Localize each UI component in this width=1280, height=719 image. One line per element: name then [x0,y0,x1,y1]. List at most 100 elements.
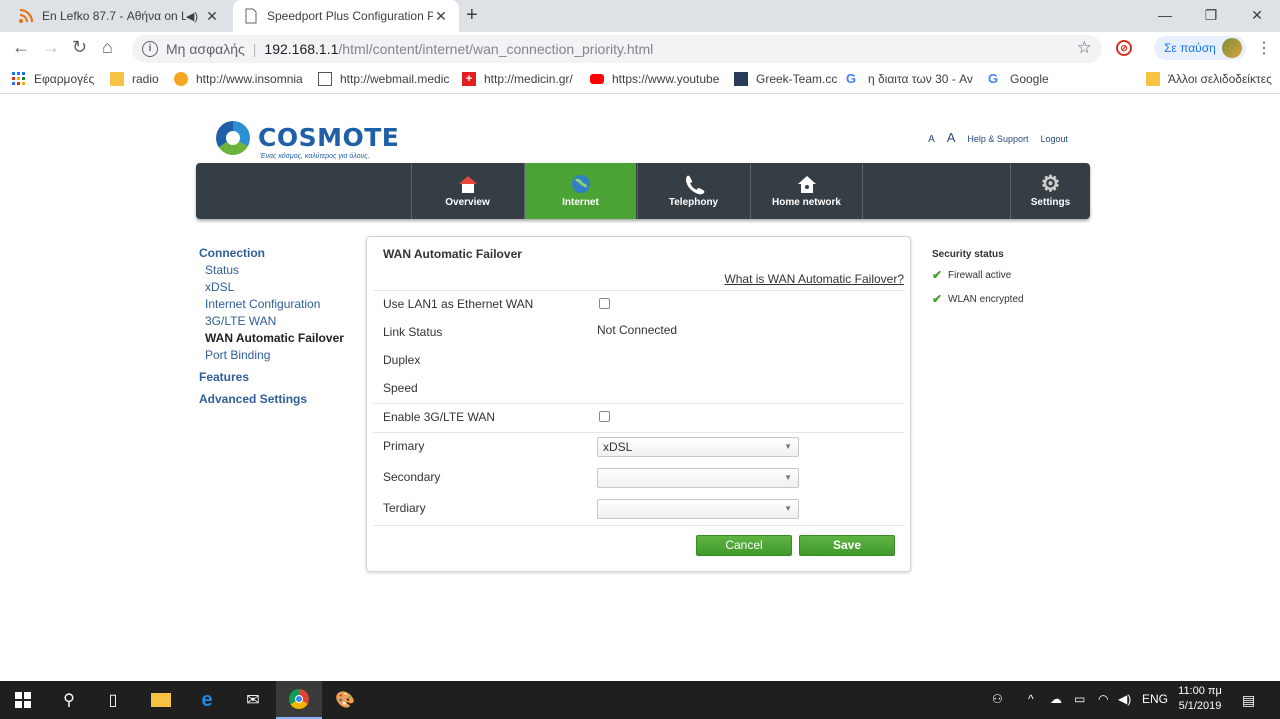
sidenav-advanced-settings[interactable]: Advanced Settings [199,392,344,406]
folder-icon [110,72,124,86]
security-item-wlan: ✔ WLAN encrypted [932,292,1024,306]
language-indicator[interactable]: ENG [1142,692,1168,706]
terdiary-label: Terdiary [383,501,426,515]
duplex-label: Duplex [383,353,421,367]
tab-title: En Lefko 87.7 - Αθήνα on LIVE [42,9,186,23]
security-label: Μη ασφαλής [166,41,245,57]
globe-icon [525,173,636,195]
sidenav-item-internet-configuration[interactable]: Internet Configuration [205,296,344,313]
bookmark-greekteam[interactable]: Greek-Team.cc [734,72,837,86]
bookmark-google[interactable]: G Google [988,72,1049,87]
link-status-value: Not Connected [597,323,678,337]
close-window-icon[interactable]: ✕ [1234,0,1280,32]
back-icon[interactable]: ← [12,37,30,58]
restore-icon[interactable]: ❐ [1188,0,1234,32]
use-lan1-checkbox[interactable] [599,298,610,309]
youtube-icon [590,74,604,84]
notification-icon[interactable]: ▤ [1242,692,1255,709]
battery-icon[interactable]: ▭ [1074,692,1085,706]
menu-dots-icon[interactable]: ⋮ [1256,38,1272,58]
file-explorer-icon[interactable] [138,681,184,719]
sidenav-item-3g-lte-wan[interactable]: 3G/LTE WAN [205,313,344,330]
bookmark-star-icon[interactable]: ☆ [1077,38,1092,58]
terdiary-select[interactable]: ▼ [597,499,799,519]
page-icon [243,8,259,24]
side-navigation: Connection Status xDSL Internet Configur… [199,246,344,406]
bookmark-webmail[interactable]: http://webmail.medic [318,72,449,86]
chevron-up-icon[interactable]: ^ [1028,692,1034,706]
nav-internet[interactable]: Internet [524,163,636,219]
wifi-icon[interactable]: ◠ [1098,692,1108,706]
mail-icon [318,72,332,86]
bookmark-apps[interactable]: Εφαρμογές [12,72,94,86]
page-title: WAN Automatic Failover [383,247,522,261]
address-bar[interactable]: i Μη ασφαλής | 192.168.1.1 /html/content… [132,35,1102,63]
nav-overview[interactable]: Overview [411,163,523,219]
security-status-title: Security status [932,249,1004,260]
link-status-label: Link Status [383,325,443,339]
people-icon[interactable]: ⚇ [992,692,1003,706]
forward-icon[interactable]: → [42,37,60,58]
brand-tagline: Ένας κόσμος, καλύτερος για όλους. [260,153,370,160]
search-icon[interactable]: ⚲ [46,681,92,719]
nav-home-network[interactable]: Home network [750,163,862,219]
logout-link[interactable]: Logout [1040,134,1068,144]
volume-icon[interactable]: ◀) [1118,692,1131,706]
tab-radio[interactable]: En Lefko 87.7 - Αθήνα on LIVE ◀) ✕ [8,0,230,32]
profile-label: Σε παύση [1164,41,1216,55]
chrome-icon[interactable] [276,681,322,719]
info-icon[interactable]: i [142,41,158,57]
sidenav-item-port-binding[interactable]: Port Binding [205,347,344,364]
help-link[interactable]: What is WAN Automatic Failover? [724,272,904,286]
home-icon[interactable]: ⌂ [102,37,113,58]
speed-label: Speed [383,381,418,395]
close-tab-icon[interactable]: ✕ [433,8,449,25]
profile-button[interactable]: Σε παύση [1154,36,1246,60]
new-tab-icon[interactable]: + [466,4,478,27]
bookmark-medicin[interactable]: + http://medicin.gr/ [462,72,573,86]
windows-start-icon[interactable] [0,681,46,719]
bookmark-diet[interactable]: G η διαιτα των 30 - Av [846,72,973,87]
sidenav-item-status[interactable]: Status [205,262,344,279]
speaker-icon[interactable]: ◀) [186,10,198,23]
nav-telephony[interactable]: Telephony [637,163,749,219]
header-links: A A Help & Support Logout [928,130,1068,145]
edge-icon[interactable]: e [184,681,230,719]
secondary-select[interactable]: ▼ [597,468,799,488]
save-button[interactable]: Save [799,535,895,556]
security-item-firewall: ✔ Firewall active [932,268,1012,282]
gear-icon: ⚙ [1040,171,1061,196]
bookmark-youtube[interactable]: https://www.youtube [590,72,719,86]
reload-icon[interactable]: ↻ [72,37,87,58]
enable-3g-checkbox[interactable] [599,411,610,422]
paint-icon[interactable]: 🎨 [322,681,368,719]
cancel-button[interactable]: Cancel [696,535,792,556]
help-support-link[interactable]: Help & Support [967,134,1028,144]
nav-settings[interactable]: ⚙ Settings [1010,163,1090,219]
bookmark-insomnia[interactable]: http://www.insomnia [174,72,303,86]
sidenav-item-wan-automatic-failover[interactable]: WAN Automatic Failover [205,330,344,347]
sidenav-features[interactable]: Features [199,370,344,384]
cloud-icon[interactable]: ☁ [1050,692,1062,706]
task-view-icon[interactable]: ▯ [90,681,136,719]
font-large-button[interactable]: A [947,130,956,145]
secondary-label: Secondary [383,470,441,484]
extension-stop-icon[interactable]: ⊘ [1116,40,1132,56]
main-navigation: Overview Internet Telephony Home network… [196,163,1090,219]
font-small-button[interactable]: A [928,134,935,145]
sidenav-connection[interactable]: Connection [199,246,344,260]
mail-icon[interactable]: ✉ [230,681,276,719]
bookmark-radio[interactable]: radio [110,72,159,86]
minimize-icon[interactable]: — [1142,0,1188,32]
checkmark-icon: ✔ [932,268,943,282]
brand-name: COSMOTE [258,123,400,152]
chevron-down-icon: ▼ [784,442,792,451]
primary-select[interactable]: xDSL ▼ [597,437,799,457]
greekteam-icon [734,72,748,86]
windows-taskbar: ⚲ ▯ e ✉ 🎨 ⚇ ^ ☁ ▭ ◠ ◀) ENG 11:00 πμ 5/1/… [0,681,1280,719]
sidenav-item-xdsl[interactable]: xDSL [205,279,344,296]
tab-speedport[interactable]: Speedport Plus Configuration Pro ✕ [233,0,459,32]
bookmark-other[interactable]: Άλλοι σελιδοδείκτες [1146,72,1272,86]
close-tab-icon[interactable]: ✕ [204,8,220,25]
clock[interactable]: 11:00 πμ 5/1/2019 [1172,684,1228,714]
